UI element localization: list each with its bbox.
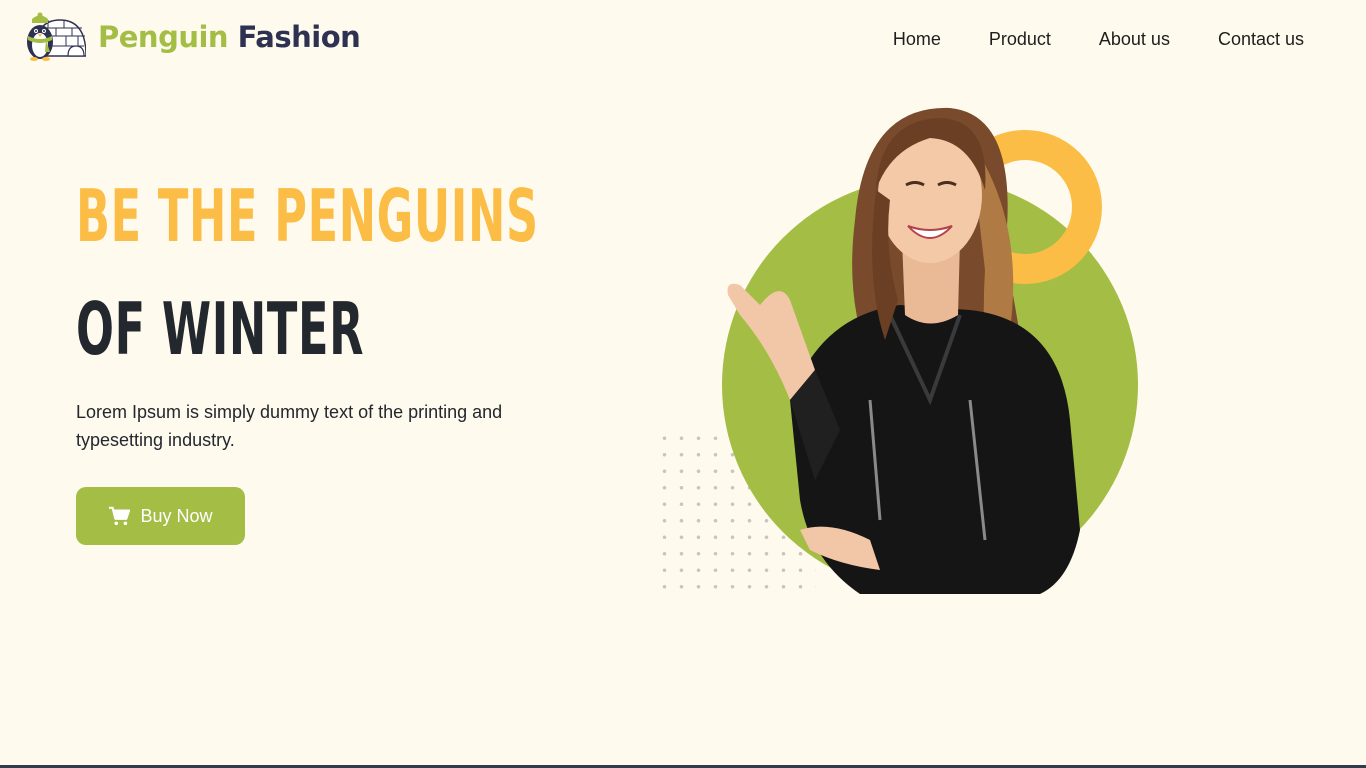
hero-description: Lorem Ipsum is simply dummy text of the … <box>76 402 503 450</box>
landing-page: Penguin Fashion Home Product About us Co… <box>0 0 1366 768</box>
nav-about-us[interactable]: About us <box>1099 27 1170 51</box>
logo[interactable]: Penguin Fashion <box>20 12 361 62</box>
hero-headline-line2: OF WINTER <box>76 287 365 371</box>
cart-icon <box>109 506 131 526</box>
buy-now-button[interactable]: Buy Now <box>76 487 245 545</box>
nav-home[interactable]: Home <box>893 27 941 51</box>
nav-contact-us[interactable]: Contact us <box>1218 27 1304 51</box>
brand-name: Penguin Fashion <box>98 19 361 54</box>
main-nav: Home Product About us Contact us <box>893 27 1304 51</box>
brand-word-fashion: Fashion <box>237 19 361 54</box>
buy-now-label: Buy Now <box>140 505 213 526</box>
hero-headline-line1: BE THE PENGUINS <box>76 174 539 258</box>
brand-word-penguin: Penguin <box>98 19 229 54</box>
nav-product[interactable]: Product <box>989 27 1051 51</box>
penguin-igloo-logo-icon <box>27 12 86 61</box>
hero-model-image <box>722 107 1138 594</box>
